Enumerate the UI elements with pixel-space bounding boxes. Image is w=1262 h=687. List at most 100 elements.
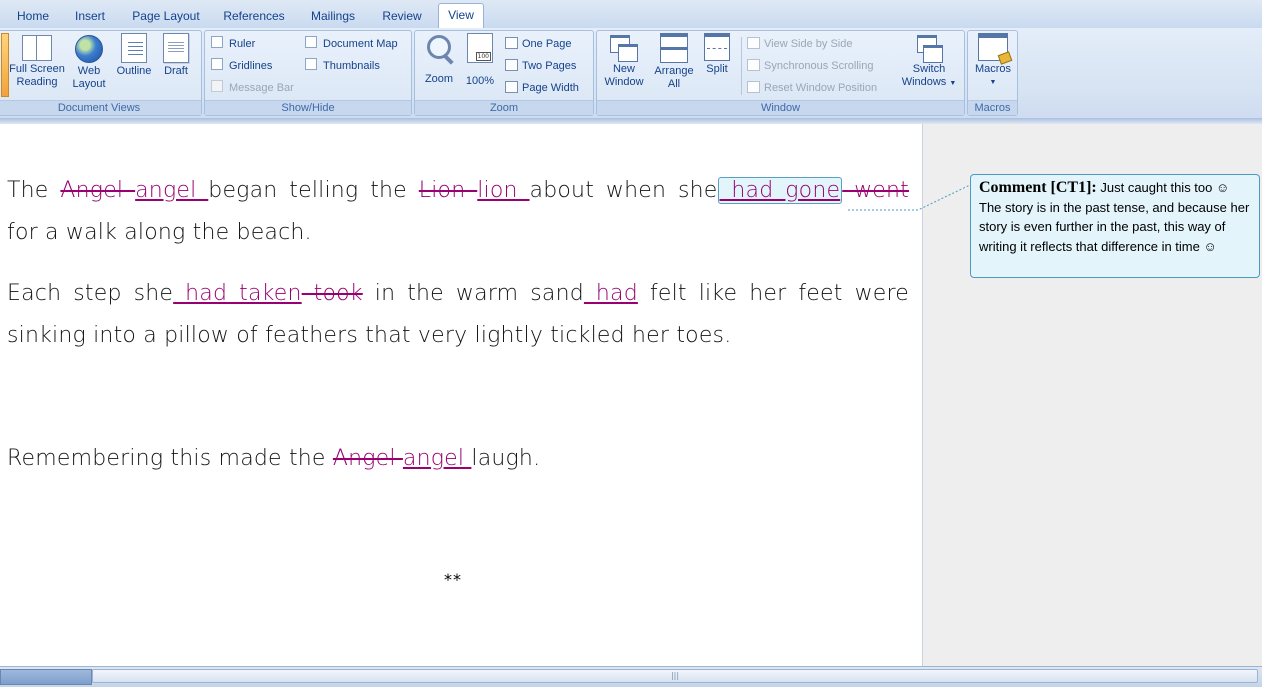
macros-group-label: Macros <box>968 100 1017 115</box>
paragraph-1-line-1: The Angel angel began telling the Lion l… <box>7 170 909 212</box>
macros-button[interactable]: Macros ▼ <box>970 33 1016 89</box>
view-side-by-side-button: View Side by Side <box>747 35 852 53</box>
arrange-all-label-2: All <box>667 78 681 90</box>
split-label: Split <box>706 63 728 75</box>
text-run: in the warm sand <box>362 281 584 306</box>
paragraph-2-line-1: Each step she had taken took in the warm… <box>7 273 909 315</box>
globe-icon <box>75 35 103 63</box>
macros-icon <box>978 33 1008 61</box>
tab-insert[interactable]: Insert <box>66 5 114 27</box>
text-run: The <box>7 178 61 203</box>
tab-review[interactable]: Review <box>374 5 430 27</box>
paragraph-3-line-1: Remembering this made the Angel angel la… <box>7 438 909 480</box>
text-run: felt like her feet were <box>637 281 910 306</box>
macros-label: Macros <box>974 63 1012 75</box>
text-run: Each step she <box>7 281 174 306</box>
message-bar-label: Message Bar <box>229 82 294 94</box>
outline-label: Outline <box>116 65 152 77</box>
thumbnails-checkbox[interactable]: Thumbnails <box>305 57 380 75</box>
synchronous-scrolling-label: Synchronous Scrolling <box>764 60 874 72</box>
ruler-checkbox[interactable]: Ruler <box>211 35 255 53</box>
full-screen-reading-button[interactable]: Full Screen Reading <box>9 33 65 89</box>
new-window-button[interactable]: New Window <box>599 33 649 89</box>
page-100-icon <box>467 33 493 63</box>
side-by-side-icon <box>747 37 760 49</box>
view-buttons-area[interactable] <box>0 669 92 685</box>
paragraph-1[interactable]: The Angel angel began telling the Lion l… <box>7 170 909 254</box>
zoom-label: Zoom <box>424 73 454 85</box>
gridlines-label: Gridlines <box>229 60 273 72</box>
outline-button[interactable]: Outline <box>111 33 157 78</box>
tab-references[interactable]: References <box>218 5 290 27</box>
one-page-label: One Page <box>522 38 572 50</box>
zoom-100-label: 100% <box>465 75 495 87</box>
text-run: Remembering this made the <box>7 446 333 471</box>
thumbnails-check-icon <box>305 58 317 70</box>
ruler-label: Ruler <box>229 38 256 50</box>
horizontal-scrollbar[interactable]: ||| <box>0 666 1262 687</box>
text-run: began telling the <box>208 178 419 203</box>
new-window-icon <box>610 35 638 62</box>
new-window-label-1: New <box>612 63 635 75</box>
draft-icon <box>163 33 189 63</box>
page-width-icon <box>505 81 518 93</box>
zoom-group-label: Zoom <box>415 100 593 115</box>
paragraph-1-line-2: for a walk along the beach. <box>7 220 312 245</box>
inserted-text: angel <box>135 178 209 203</box>
inserted-text: lion <box>477 178 530 203</box>
comment-balloon[interactable]: Comment [CT1]: Just caught this too ☺ Th… <box>970 174 1260 278</box>
page-width-button[interactable]: Page Width <box>505 79 579 97</box>
deleted-text: took <box>301 281 363 306</box>
reset-window-position-label: Reset Window Position <box>764 82 878 94</box>
message-bar-checkbox: Message Bar <box>211 79 294 97</box>
inserted-text: angel <box>402 446 472 471</box>
show-hide-label: Show/Hide <box>205 100 411 115</box>
one-page-button[interactable]: One Page <box>505 35 572 53</box>
view-side-by-side-label: View Side by Side <box>764 38 853 50</box>
arrange-all-button[interactable]: Arrange All <box>649 33 699 91</box>
paragraph-2[interactable]: Each step she had taken took in the warm… <box>7 273 909 357</box>
gridlines-checkbox[interactable]: Gridlines <box>211 57 272 75</box>
zoom-100-button[interactable]: 100% <box>461 33 499 88</box>
thumbnails-label: Thumbnails <box>323 60 380 72</box>
web-layout-button[interactable]: Web Layout <box>67 33 111 91</box>
synchronous-scrolling-button: Synchronous Scrolling <box>747 57 873 75</box>
inserted-text: had taken <box>173 281 302 306</box>
tab-home[interactable]: Home <box>10 5 56 27</box>
macros-dropdown-icon: ▼ <box>989 79 997 86</box>
group-document-views: Full Screen Reading Web Layout Outline D… <box>0 30 202 116</box>
deleted-text: Lion <box>418 178 478 203</box>
inserted-text: had gone <box>719 178 841 203</box>
tab-view[interactable]: View <box>438 3 484 29</box>
commented-range[interactable]: had gone <box>717 177 843 204</box>
group-macros: Macros ▼ Macros <box>967 30 1018 116</box>
print-layout-button[interactable] <box>1 33 9 97</box>
section-separator: ** <box>444 570 462 589</box>
book-icon <box>22 35 52 61</box>
outline-icon <box>121 33 147 63</box>
two-pages-button[interactable]: Two Pages <box>505 57 576 75</box>
document-map-checkbox[interactable]: Document Map <box>305 35 398 53</box>
group-window: New Window Arrange All Split View Side b… <box>596 30 965 116</box>
tab-mailings[interactable]: Mailings <box>302 5 364 27</box>
tab-page-layout[interactable]: Page Layout <box>126 5 206 27</box>
paragraph-2-line-2: sinking into a pillow of feathers that v… <box>7 323 732 348</box>
new-window-label-2: Window <box>604 76 644 88</box>
comment-title: Comment [CT1]: <box>979 179 1097 196</box>
inserted-text: had <box>583 281 638 306</box>
document-map-check-icon <box>305 36 317 48</box>
document-map-label: Document Map <box>323 38 398 50</box>
dropdown-arrow-icon: ▼ <box>949 80 957 87</box>
message-bar-check-icon <box>211 80 223 92</box>
reset-position-icon <box>747 81 760 93</box>
zoom-button[interactable]: Zoom <box>419 33 459 86</box>
draft-button[interactable]: Draft <box>157 33 195 78</box>
ribbon-tabs: Home Insert Page Layout References Maili… <box>0 0 1262 29</box>
paragraph-3[interactable]: Remembering this made the Angel angel la… <box>7 438 909 480</box>
scrollbar-thumb[interactable]: ||| <box>92 669 1258 683</box>
split-button[interactable]: Split <box>701 33 733 76</box>
reset-window-position-button: Reset Window Position <box>747 79 877 97</box>
ruler-check-icon <box>211 36 223 48</box>
text-run: laugh. <box>471 446 541 471</box>
switch-windows-button[interactable]: Switch Windows ▼ <box>897 33 961 90</box>
